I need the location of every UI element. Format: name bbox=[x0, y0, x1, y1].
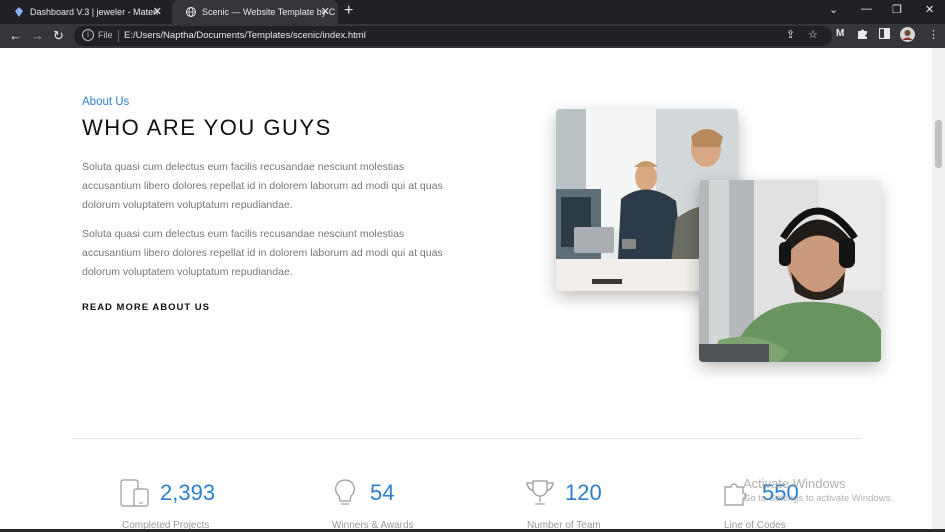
stat-value: 120 bbox=[565, 480, 602, 505]
tab-search-button[interactable]: ⌄ bbox=[829, 3, 838, 16]
watermark-subtitle: Go to Settings to activate Windows. bbox=[743, 493, 893, 504]
stat-value: 2,393 bbox=[160, 480, 216, 505]
activate-windows-watermark: Activate Windows Go to Settings to activ… bbox=[743, 476, 893, 504]
info-icon[interactable]: i bbox=[82, 29, 94, 41]
scrollbar-thumb[interactable] bbox=[935, 120, 942, 168]
read-more-link[interactable]: READ MORE ABOUT US bbox=[82, 302, 210, 313]
kebab-menu-icon[interactable]: ⋮ bbox=[928, 28, 939, 41]
sidebar-icon[interactable] bbox=[878, 27, 891, 42]
close-window-button[interactable]: ✕ bbox=[925, 3, 934, 16]
lightbulb-icon bbox=[330, 478, 360, 508]
minimize-button[interactable]: — bbox=[861, 3, 872, 15]
about-paragraph: Soluta quasi cum delectus eum facilis re… bbox=[82, 161, 443, 211]
browser-toolbar: ← → ↻ i File E:/Users/Naptha/Documents/T… bbox=[0, 24, 945, 48]
jeweler-favicon bbox=[14, 7, 24, 17]
trophy-icon bbox=[525, 478, 555, 508]
share-icon[interactable]: ⇪ bbox=[786, 28, 795, 41]
puzzle-icon[interactable] bbox=[857, 28, 868, 42]
star-icon[interactable]: ☆ bbox=[808, 28, 818, 41]
tab-title: Scenic — Website Template by C bbox=[202, 7, 336, 17]
url-text[interactable]: E:/Users/Naptha/Documents/Templates/scen… bbox=[124, 30, 366, 41]
tab-dashboard[interactable]: Dashboard V.3 | jeweler - Materi ✕ bbox=[0, 0, 170, 24]
restore-button[interactable]: ❐ bbox=[892, 3, 902, 16]
about-eyebrow: About Us bbox=[82, 96, 130, 108]
address-bar[interactable]: i File E:/Users/Naptha/Documents/Templat… bbox=[74, 26, 832, 46]
about-heading: WHO ARE YOU GUYS bbox=[82, 115, 332, 140]
scheme-label: File bbox=[98, 30, 113, 40]
browser-tab-strip: Dashboard V.3 | jeweler - Materi ✕ Sceni… bbox=[0, 0, 945, 24]
reload-button[interactable]: ↻ bbox=[53, 28, 64, 44]
watermark-title: Activate Windows bbox=[743, 476, 846, 491]
new-tab-button[interactable]: + bbox=[344, 3, 353, 19]
devices-icon bbox=[120, 478, 150, 508]
back-button[interactable]: ← bbox=[9, 28, 22, 44]
page-viewport: About Us WHO ARE YOU GUYS Soluta quasi c… bbox=[0, 48, 932, 532]
forward-button[interactable]: → bbox=[31, 28, 44, 44]
extension-m-icon[interactable]: M bbox=[836, 28, 844, 39]
tab-scenic[interactable]: Scenic — Website Template by C ✕ bbox=[172, 0, 338, 24]
tab-close-button[interactable]: ✕ bbox=[321, 6, 330, 18]
tab-title: Dashboard V.3 | jeweler - Materi bbox=[30, 7, 159, 17]
section-divider bbox=[72, 438, 862, 439]
globe-icon bbox=[186, 7, 196, 17]
headphones-man-photo bbox=[699, 180, 881, 362]
about-paragraph: Soluta quasi cum delectus eum facilis re… bbox=[82, 228, 443, 278]
address-separator bbox=[118, 30, 119, 42]
page-scrollbar[interactable] bbox=[932, 48, 945, 532]
tab-close-button[interactable]: ✕ bbox=[153, 6, 162, 18]
stat-value: 54 bbox=[370, 480, 395, 505]
avatar[interactable] bbox=[900, 27, 915, 45]
